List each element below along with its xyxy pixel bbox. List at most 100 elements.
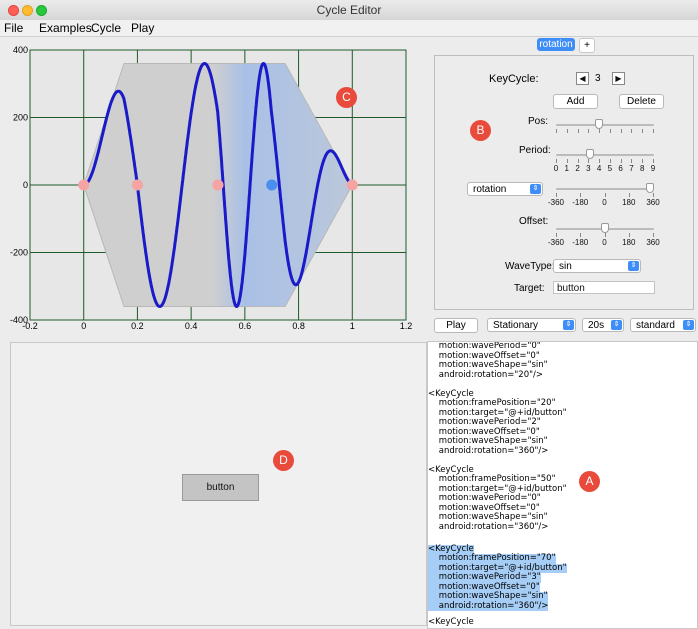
annotation-badge-a: A bbox=[579, 471, 600, 492]
period-tick-label: 6 bbox=[618, 164, 623, 173]
pos-slider-thumb[interactable] bbox=[594, 119, 603, 129]
offset-tick-label: 180 bbox=[622, 238, 636, 247]
keyframe-marker[interactable] bbox=[78, 179, 90, 191]
attribute-tick-label: 0 bbox=[602, 198, 607, 207]
menu-file[interactable]: File bbox=[4, 21, 23, 35]
x-tick-label: 0 bbox=[81, 321, 86, 331]
x-tick-label: 0.6 bbox=[239, 321, 252, 331]
x-tick-label: 0.4 bbox=[185, 321, 198, 331]
attribute-tick-label: 180 bbox=[622, 198, 636, 207]
pos-label: Pos: bbox=[528, 116, 549, 127]
cycle-plot-svg[interactable]: -0.2 0 0.2 0.4 0.6 0.8 1 1.2 4002000-200-400 bbox=[0, 36, 427, 336]
next-keycycle-button[interactable]: ▶ bbox=[612, 72, 625, 85]
menu-cycle[interactable]: Cycle bbox=[91, 21, 121, 35]
attribute-slider-thumb[interactable] bbox=[646, 183, 654, 193]
offset-tick-label: -180 bbox=[572, 238, 589, 247]
window-title: Cycle Editor bbox=[316, 3, 382, 17]
target-field[interactable]: button bbox=[553, 281, 655, 294]
code-line: <KeyCycle bbox=[428, 616, 474, 627]
keyframe-marker[interactable] bbox=[346, 179, 358, 191]
wavetype-label: WaveType: bbox=[505, 261, 555, 272]
code-line: android:rotation="360"/> bbox=[428, 521, 549, 532]
keyframe-marker-selected[interactable] bbox=[266, 179, 278, 191]
period-slider[interactable]: 0123456789 bbox=[554, 149, 655, 173]
slider-tick bbox=[631, 129, 633, 133]
menu-examples[interactable]: Examples bbox=[39, 21, 92, 35]
chevron-updown-icon: ⇕ bbox=[611, 320, 622, 330]
slider-tick bbox=[577, 159, 579, 163]
annotation-badge-c: C bbox=[336, 87, 357, 108]
slider-tick bbox=[620, 129, 622, 133]
chevron-updown-icon: ⇕ bbox=[530, 184, 541, 194]
slider-tick bbox=[580, 233, 582, 237]
attribute-slider[interactable]: -360 -180 0 180 360 bbox=[548, 183, 660, 207]
slider-tick bbox=[556, 129, 557, 133]
period-tick-label: 7 bbox=[629, 164, 634, 173]
period-tick-label: 5 bbox=[607, 164, 613, 173]
code-line: android:rotation="360"/> bbox=[428, 600, 549, 611]
x-tick-label: 1 bbox=[350, 321, 355, 331]
slider-tick bbox=[556, 193, 557, 197]
play-button[interactable]: Play bbox=[434, 318, 478, 333]
period-slider-thumb[interactable] bbox=[585, 149, 594, 159]
keycycle-label: KeyCycle: bbox=[489, 73, 539, 85]
attribute-select[interactable]: rotation ⇕ bbox=[467, 182, 543, 196]
slider-tick bbox=[628, 193, 630, 197]
slider-tick bbox=[599, 129, 601, 133]
x-tick-label: 0.8 bbox=[292, 321, 305, 331]
period-tick-label: 2 bbox=[575, 164, 580, 173]
code-line: android:rotation="360"/> bbox=[428, 445, 549, 456]
period-tick-label: 8 bbox=[639, 164, 645, 173]
slider-tick bbox=[642, 129, 644, 133]
duration-select-value: 20s bbox=[588, 320, 605, 331]
slider-tick bbox=[577, 129, 579, 133]
slider-tick bbox=[604, 233, 606, 237]
keycycle-panel: KeyCycle: ◀ 3 ▶ Add Delete B Pos: Period… bbox=[434, 55, 694, 310]
x-tick-label: 1.2 bbox=[400, 321, 413, 331]
slider-tick bbox=[620, 159, 622, 163]
y-tick-label: 200 bbox=[13, 113, 28, 123]
attribute-tick-label: 360 bbox=[646, 198, 660, 207]
mode-select-value: Stationary bbox=[493, 320, 539, 331]
slider-tick bbox=[588, 129, 590, 133]
chevron-updown-icon: ⇕ bbox=[563, 320, 574, 330]
offset-slider[interactable]: -360 -180 0 180 360 bbox=[548, 223, 660, 247]
y-tick-label: 0 bbox=[23, 180, 28, 190]
slider-tick bbox=[580, 193, 582, 197]
x-tick-label: 0.2 bbox=[131, 321, 144, 331]
menu-bar: File Examples Cycle Play bbox=[0, 20, 698, 37]
pos-ticks bbox=[556, 129, 654, 134]
preview-pane: button D bbox=[10, 342, 427, 626]
keyframe-marker[interactable] bbox=[131, 179, 143, 191]
add-button[interactable]: Add bbox=[553, 94, 598, 109]
chevron-updown-icon: ⇕ bbox=[628, 261, 639, 271]
mode-select[interactable]: Stationary ⇕ bbox=[487, 318, 576, 332]
code-line: android:rotation="20"/> bbox=[428, 369, 544, 380]
preview-button[interactable]: button bbox=[182, 474, 259, 501]
wavetype-select[interactable]: sin ⇕ bbox=[553, 259, 641, 273]
slider-tick bbox=[556, 233, 557, 237]
easing-select[interactable]: standard ⇕ bbox=[630, 318, 696, 332]
attribute-tick-label: -360 bbox=[547, 198, 565, 207]
period-tick-label: 9 bbox=[650, 164, 656, 173]
duration-select[interactable]: 20s ⇕ bbox=[582, 318, 624, 332]
y-tick-label: -400 bbox=[10, 315, 28, 325]
annotation-badge-d: D bbox=[273, 450, 294, 471]
add-tab-button[interactable]: + bbox=[579, 38, 595, 53]
tab-rotation[interactable]: rotation bbox=[537, 38, 575, 51]
title-bar: Cycle Editor bbox=[0, 0, 698, 21]
offset-tick-label: 0 bbox=[602, 238, 607, 247]
delete-button[interactable]: Delete bbox=[619, 94, 664, 109]
menu-play[interactable]: Play bbox=[131, 21, 154, 35]
period-tick-label: 3 bbox=[586, 164, 591, 173]
prev-keycycle-button[interactable]: ◀ bbox=[576, 72, 589, 85]
slider-tick bbox=[653, 193, 654, 197]
offset-label: Offset: bbox=[519, 216, 549, 227]
y-tick-label: 400 bbox=[13, 45, 28, 55]
keyframe-marker[interactable] bbox=[212, 179, 224, 191]
xml-code-view[interactable]: motion:wavePeriod="0" motion:waveOffset=… bbox=[427, 341, 698, 629]
cycle-plot[interactable]: -0.2 0 0.2 0.4 0.6 0.8 1 1.2 400 200 0 -200 -400 bbox=[0, 36, 427, 336]
offset-slider-thumb[interactable] bbox=[601, 223, 609, 233]
pos-slider[interactable] bbox=[556, 119, 654, 139]
